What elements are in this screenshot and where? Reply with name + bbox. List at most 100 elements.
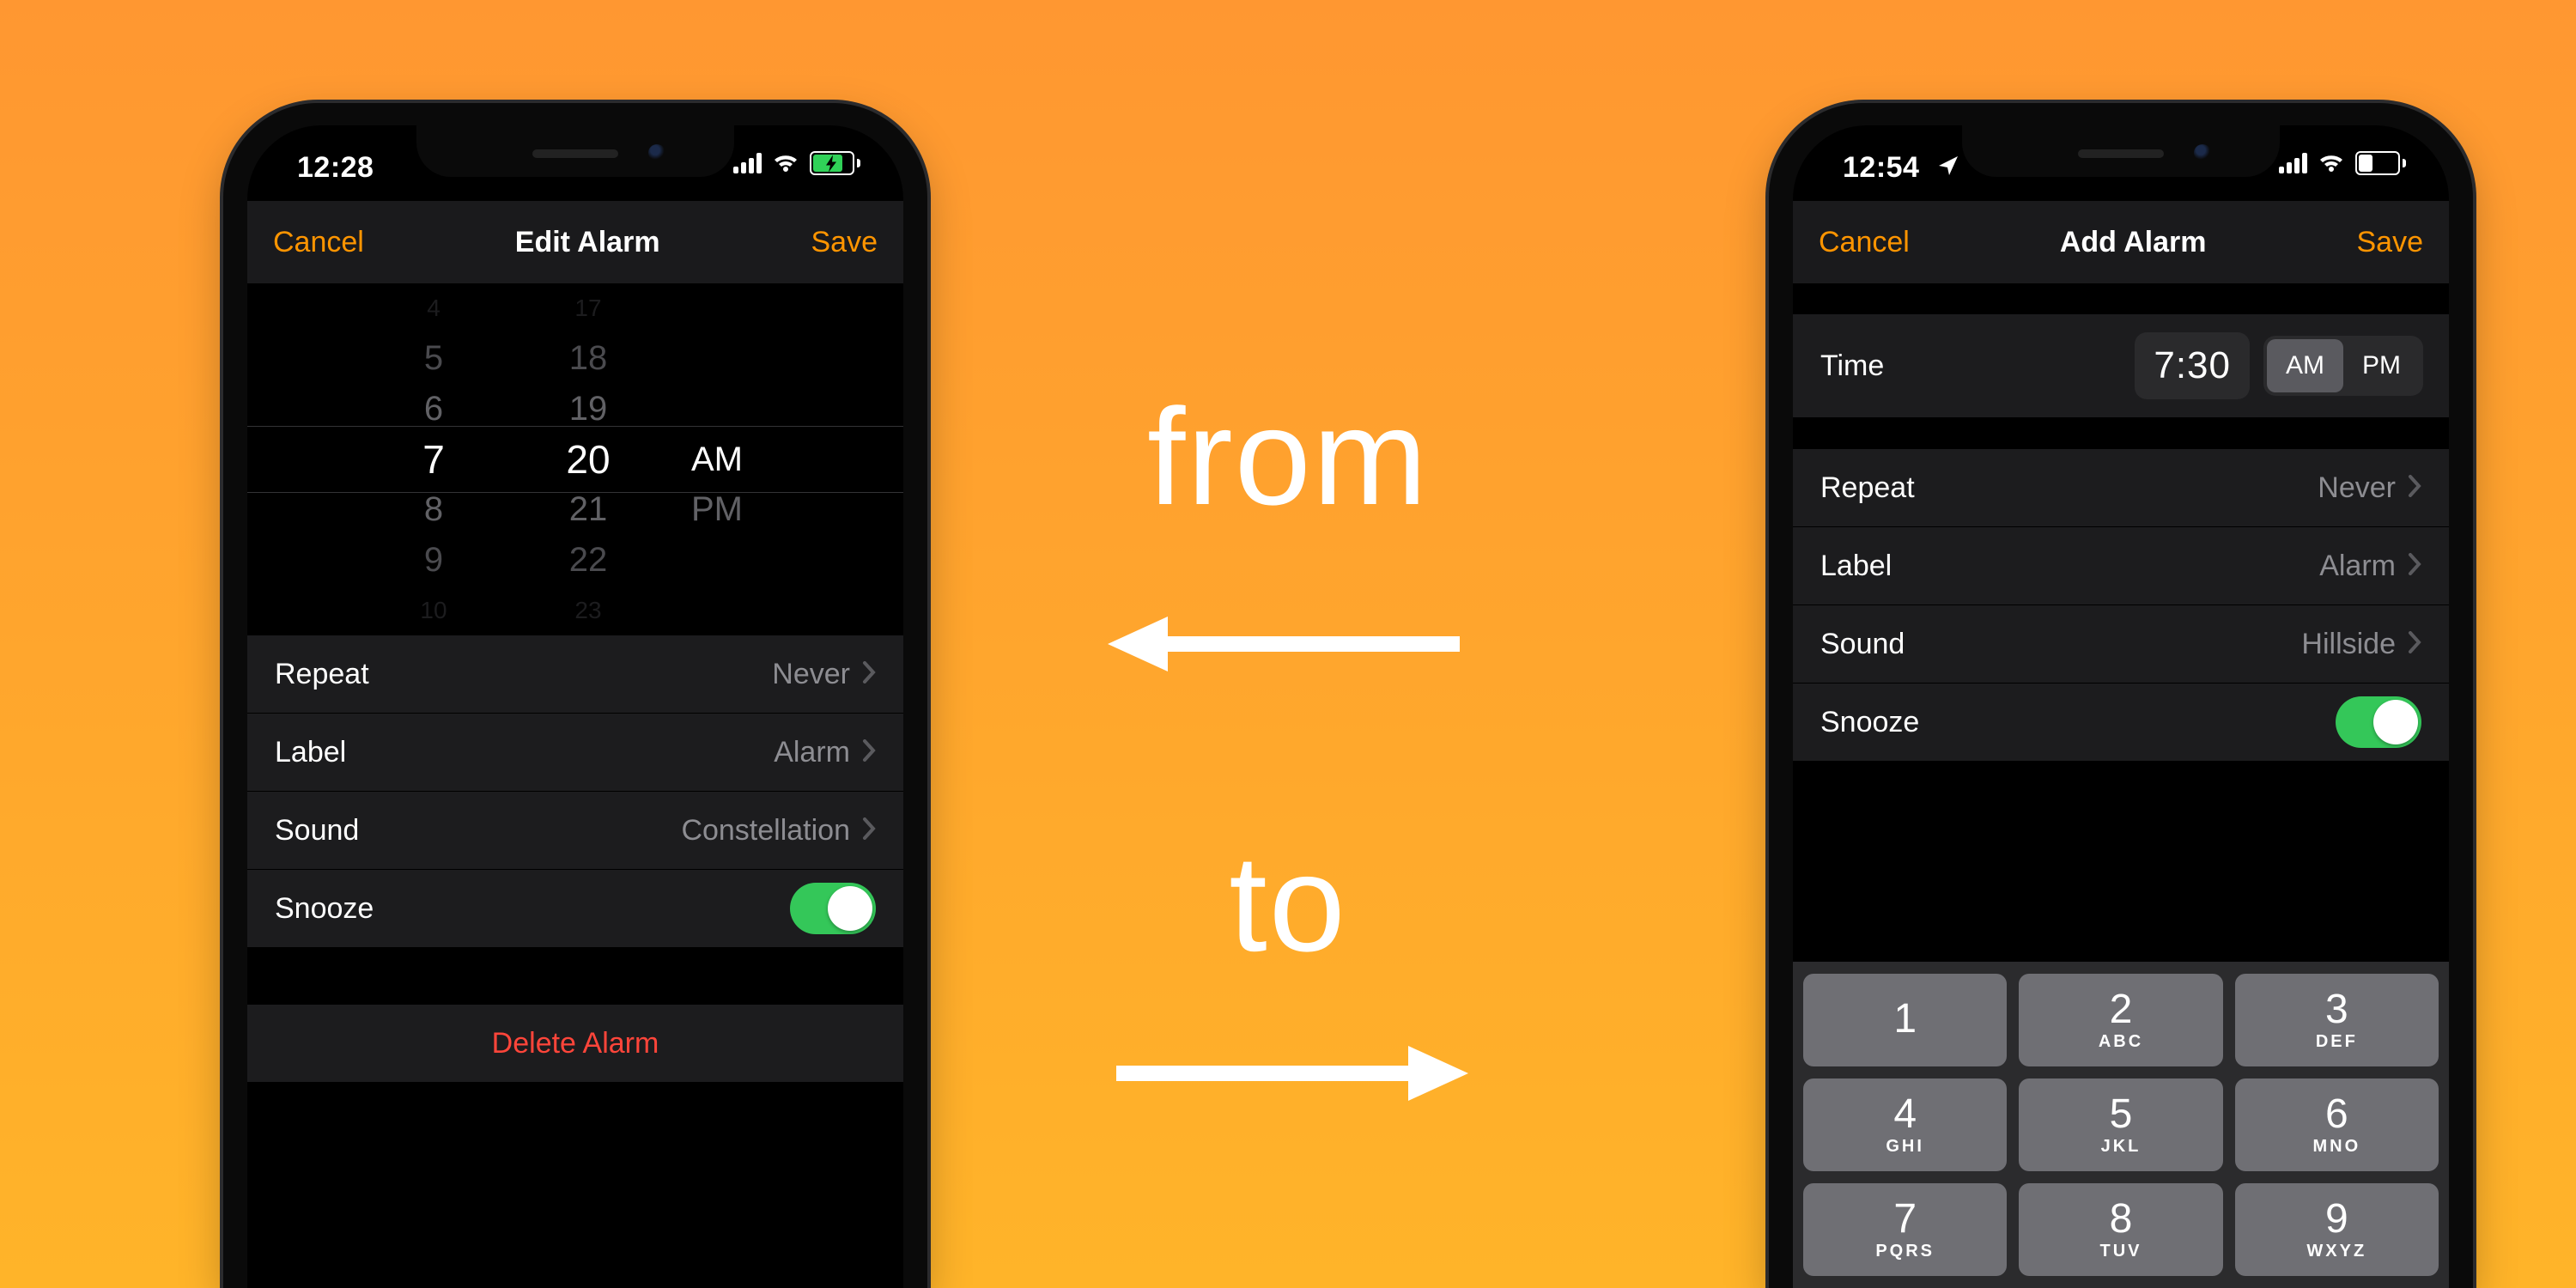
picker-row-selected[interactable]: AM xyxy=(691,434,743,485)
snooze-toggle[interactable] xyxy=(2336,696,2421,748)
cellular-signal-icon xyxy=(2279,153,2307,173)
picker-row-selected[interactable]: 7 xyxy=(422,434,445,485)
sound-cell[interactable]: Sound Hillside xyxy=(1793,605,2449,683)
picker-row[interactable]: PM xyxy=(691,484,743,535)
settings-list: Repeat Never Label Alarm xyxy=(247,635,903,948)
snooze-cell: Snooze xyxy=(1793,683,2449,762)
cell-value: Never xyxy=(2318,471,2396,505)
cancel-button[interactable]: Cancel xyxy=(273,226,364,259)
cell-label: Sound xyxy=(1820,628,1905,661)
keypad-key-4[interactable]: 4GHI xyxy=(1803,1078,2007,1171)
cell-label: Repeat xyxy=(275,658,369,691)
status-time: 12:28 xyxy=(297,151,374,185)
notch xyxy=(1962,125,2280,177)
picker-row[interactable]: 10 xyxy=(420,585,447,635)
cell-label: Snooze xyxy=(1820,706,1919,739)
nav-bar: Cancel Add Alarm Save xyxy=(1793,201,2449,284)
minute-wheel[interactable]: 17 18 19 20 21 22 23 xyxy=(537,283,640,635)
battery-charging-icon xyxy=(810,151,860,175)
time-row: Time 7:30 AM PM xyxy=(1793,314,2449,418)
cell-value: Alarm xyxy=(774,736,850,769)
picker-row-selected[interactable]: 20 xyxy=(566,434,610,485)
chevron-right-icon xyxy=(862,658,876,691)
cell-label: Repeat xyxy=(1820,471,1915,505)
ampm-segmented-control[interactable]: AM PM xyxy=(2263,336,2423,396)
keypad-key-9[interactable]: 9WXYZ xyxy=(2235,1183,2439,1276)
picker-row[interactable]: 23 xyxy=(574,585,601,635)
picker-row[interactable]: 22 xyxy=(569,535,608,586)
phone-old-ui: 12:28 Cancel Edit Alarm Save xyxy=(223,103,927,1288)
nav-bar: Cancel Edit Alarm Save xyxy=(247,201,903,284)
repeat-cell[interactable]: Repeat Never xyxy=(1793,449,2449,527)
status-time: 12:54 xyxy=(1843,151,1919,185)
nav-title: Edit Alarm xyxy=(515,226,660,259)
status-indicators xyxy=(733,151,860,175)
chevron-right-icon xyxy=(862,814,876,848)
cell-value: Alarm xyxy=(2319,550,2396,583)
wifi-icon xyxy=(772,153,799,173)
snooze-toggle[interactable] xyxy=(790,883,876,934)
cell-label: Sound xyxy=(275,814,359,848)
chevron-right-icon xyxy=(2408,550,2421,583)
time-wheel-picker[interactable]: 4 5 6 7 8 9 10 17 18 19 20 xyxy=(247,283,903,635)
chevron-right-icon xyxy=(2408,471,2421,505)
screen: 12:54 Cancel Add Alarm Save xyxy=(1793,125,2449,1288)
picker-row[interactable]: 6 xyxy=(424,384,443,434)
ampm-pm[interactable]: PM xyxy=(2343,339,2420,392)
battery-icon xyxy=(2355,151,2406,175)
content: 4 5 6 7 8 9 10 17 18 19 20 xyxy=(247,283,903,1288)
keypad-key-8[interactable]: 8TUV xyxy=(2019,1183,2222,1276)
repeat-cell[interactable]: Repeat Never xyxy=(247,635,903,714)
save-button[interactable]: Save xyxy=(2357,226,2424,259)
label-cell[interactable]: Label Alarm xyxy=(247,714,903,792)
cell-label: Snooze xyxy=(275,892,374,926)
annotation-from: from xyxy=(1147,378,1429,536)
cellular-signal-icon xyxy=(733,153,762,173)
chevron-right-icon xyxy=(2408,628,2421,661)
keypad-key-2[interactable]: 2ABC xyxy=(2019,974,2222,1066)
ampm-wheel[interactable]: . . . AM PM . . xyxy=(691,283,769,635)
hour-wheel[interactable]: 4 5 6 7 8 9 10 xyxy=(382,283,485,635)
keypad-key-6[interactable]: 6MNO xyxy=(2235,1078,2439,1171)
picker-row[interactable]: 17 xyxy=(574,283,601,334)
cell-label: Label xyxy=(275,736,346,769)
screen: 12:28 Cancel Edit Alarm Save xyxy=(247,125,903,1288)
sound-cell[interactable]: Sound Constellation xyxy=(247,792,903,870)
location-icon xyxy=(1937,155,1959,177)
picker-row[interactable]: 19 xyxy=(569,384,608,434)
time-input[interactable]: 7:30 xyxy=(2135,332,2250,399)
arrow-left-icon xyxy=(1108,610,1468,678)
save-button[interactable]: Save xyxy=(811,226,878,259)
delete-alarm-button[interactable]: Delete Alarm xyxy=(247,1005,903,1083)
picker-row[interactable]: 8 xyxy=(424,484,443,535)
cell-value: Never xyxy=(772,658,850,691)
wifi-icon xyxy=(2318,153,2345,173)
label-cell[interactable]: Label Alarm xyxy=(1793,527,2449,605)
nav-title: Add Alarm xyxy=(2060,226,2207,259)
chevron-right-icon xyxy=(862,736,876,769)
picker-row[interactable]: 21 xyxy=(569,484,608,535)
phone-new-ui: 12:54 Cancel Add Alarm Save xyxy=(1769,103,2473,1288)
keypad-key-5[interactable]: 5JKL xyxy=(2019,1078,2222,1171)
content: Time 7:30 AM PM Repeat Never xyxy=(1793,283,2449,1288)
numeric-keypad: 1 2ABC 3DEF 4GHI 5JKL 6MNO 7PQRS 8TUV 9W… xyxy=(1793,962,2449,1288)
snooze-cell: Snooze xyxy=(247,870,903,948)
annotation-to: to xyxy=(1229,824,1346,982)
time-label: Time xyxy=(1820,349,1884,383)
arrow-right-icon xyxy=(1108,1039,1468,1108)
picker-row[interactable]: 18 xyxy=(569,334,608,385)
keypad-key-7[interactable]: 7PQRS xyxy=(1803,1183,2007,1276)
cell-value: Constellation xyxy=(681,814,850,848)
keypad-key-1[interactable]: 1 xyxy=(1803,974,2007,1066)
picker-row[interactable]: 5 xyxy=(424,334,443,385)
picker-row[interactable]: 4 xyxy=(427,283,440,334)
cancel-button[interactable]: Cancel xyxy=(1819,226,1910,259)
settings-list: Repeat Never Label Alarm xyxy=(1793,449,2449,762)
ampm-am[interactable]: AM xyxy=(2267,339,2343,392)
status-indicators xyxy=(2279,151,2406,175)
keypad-key-3[interactable]: 3DEF xyxy=(2235,974,2439,1066)
cell-label: Label xyxy=(1820,550,1892,583)
comparison-graphic: from to 12:28 xyxy=(0,0,2576,1288)
picker-row[interactable]: 9 xyxy=(424,535,443,586)
cell-value: Hillside xyxy=(2301,628,2396,661)
